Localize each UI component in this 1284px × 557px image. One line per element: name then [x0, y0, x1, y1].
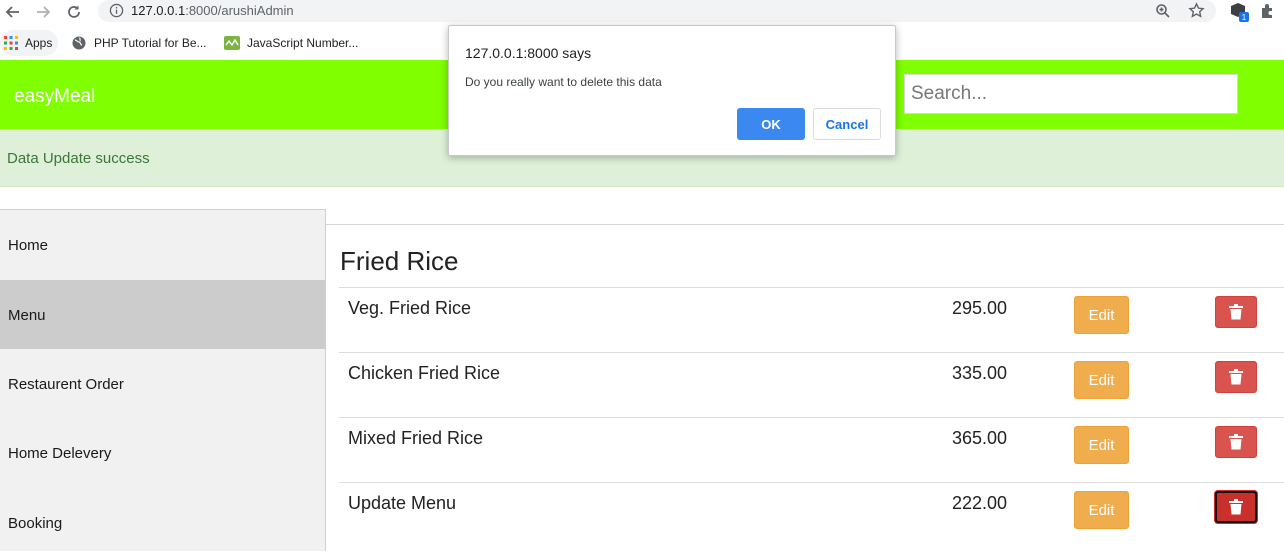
trash-icon: [1229, 499, 1243, 515]
edit-button[interactable]: Edit: [1074, 426, 1129, 464]
sidebar-item-label: Home Delevery: [8, 445, 112, 462]
globe-icon: [72, 36, 86, 50]
sidebar-item-booking[interactable]: Booking: [0, 488, 325, 557]
trash-icon: [1229, 434, 1243, 450]
bookmark-javascript-number[interactable]: JavaScript Number...: [224, 34, 358, 52]
url-host: 127.0.0.1: [131, 3, 186, 18]
menu-item-name: Chicken Fried Rice: [348, 363, 501, 383]
sidebar-item-home-delevery[interactable]: Home Delevery: [0, 418, 325, 487]
menu-item-row: Mixed Fried Rice 365.00 Edit: [339, 417, 1284, 482]
bookmark-php-label: PHP Tutorial for Be...: [94, 36, 207, 50]
menu-item-row: Update Menu 222.00 Edit: [339, 482, 1284, 547]
menu-item-price: 365.00: [951, 428, 1007, 448]
puzzle-icon[interactable]: [1259, 2, 1277, 25]
sidebar-item-label: Home: [8, 237, 49, 254]
site-info-icon[interactable]: [109, 3, 124, 23]
menu-item-price: 295.00: [951, 298, 1007, 318]
zoom-icon[interactable]: [1155, 3, 1171, 24]
extension-badge: 1: [1242, 13, 1247, 22]
edit-button[interactable]: Edit: [1074, 296, 1129, 334]
bookmark-apps-label: Apps: [25, 36, 53, 50]
back-icon[interactable]: [2, 1, 24, 23]
bookmark-js-label: JavaScript Number...: [247, 36, 359, 50]
menu-item-row: Chicken Fried Rice 335.00 Edit: [339, 352, 1284, 417]
menu-item-price: 335.00: [951, 363, 1007, 383]
sidebar-item-menu[interactable]: Menu: [0, 280, 325, 349]
sidebar-item-label: Restaurent Order: [8, 376, 124, 393]
dialog-title: 127.0.0.1:8000 says: [465, 45, 592, 61]
delete-button[interactable]: [1215, 296, 1257, 328]
menu-item-row: Veg. Fried Rice 295.00 Edit: [339, 287, 1284, 352]
category-title: Fried Rice: [340, 246, 459, 276]
sidebar-item-label: Menu: [8, 307, 46, 324]
bookmark-star-icon[interactable]: [1188, 2, 1205, 24]
cancel-button[interactable]: Cancel: [813, 108, 881, 140]
sidebar-item-restaurent-order[interactable]: Restaurent Order: [0, 349, 325, 418]
edit-button[interactable]: Edit: [1074, 491, 1129, 529]
brand-logo[interactable]: easyMeal: [14, 86, 95, 108]
sidebar-item-home[interactable]: Home: [0, 210, 325, 279]
reload-icon[interactable]: [63, 1, 85, 23]
confirm-dialog: 127.0.0.1:8000 says Do you really want t…: [448, 25, 896, 156]
browser-toolbar: 127.0.0.1:8000/arushiAdmin 1: [0, 0, 1284, 24]
menu-item-name: Mixed Fried Rice: [348, 428, 484, 448]
bookmark-apps[interactable]: Apps: [0, 30, 59, 56]
alert-message: Data Update success: [7, 150, 150, 167]
sidebar: Home Menu Restaurent Order Home Delevery…: [0, 209, 326, 551]
menu-item-price: 222.00: [951, 493, 1007, 513]
address-bar[interactable]: 127.0.0.1:8000/arushiAdmin: [98, 0, 1216, 22]
trash-icon: [1229, 304, 1243, 320]
url-path: :8000/arushiAdmin: [185, 3, 294, 18]
trash-icon: [1229, 369, 1243, 385]
delete-button[interactable]: [1215, 361, 1257, 393]
content-divider: [326, 224, 1284, 225]
forward-icon[interactable]: [32, 1, 54, 23]
edit-button[interactable]: Edit: [1074, 361, 1129, 399]
site-favicon-icon: [224, 36, 240, 50]
dialog-message: Do you really want to delete this data: [465, 75, 662, 89]
search-input[interactable]: [904, 74, 1238, 114]
ok-button[interactable]: OK: [737, 108, 805, 140]
menu-item-name: Veg. Fried Rice: [348, 298, 472, 318]
url-text: 127.0.0.1:8000/arushiAdmin: [131, 3, 294, 18]
apps-grid-icon: [4, 36, 18, 50]
delete-button[interactable]: [1215, 426, 1257, 458]
sidebar-item-label: Booking: [8, 515, 63, 532]
delete-button[interactable]: [1215, 491, 1257, 523]
menu-item-name: Update Menu: [348, 493, 457, 513]
bookmark-php-tutorial[interactable]: PHP Tutorial for Be...: [72, 34, 207, 52]
